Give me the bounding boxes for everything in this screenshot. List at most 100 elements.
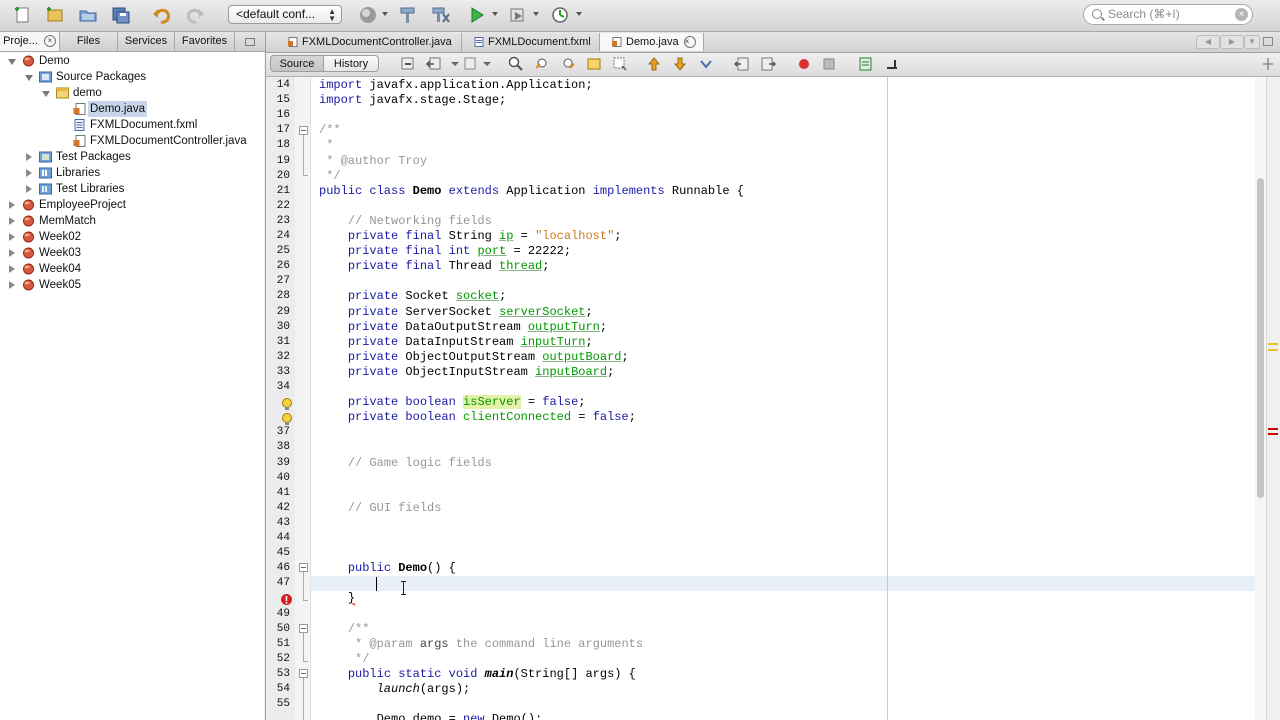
tree-item[interactable]: Test Packages bbox=[0, 149, 264, 165]
tab-demo-java[interactable]: Demo.java × bbox=[600, 33, 704, 51]
code-line[interactable] bbox=[311, 697, 1255, 712]
tree-item[interactable]: Libraries bbox=[0, 165, 264, 181]
new-file-icon[interactable] bbox=[12, 5, 34, 25]
error-marker[interactable] bbox=[1268, 428, 1278, 430]
code-line[interactable]: } bbox=[311, 591, 1255, 606]
tree-item[interactable]: Week03 bbox=[0, 245, 264, 261]
tree-item[interactable]: Source Packages bbox=[0, 69, 264, 85]
tree-item[interactable]: Week04 bbox=[0, 261, 264, 277]
chevron-down-icon[interactable] bbox=[492, 12, 498, 16]
warning-lightbulb-icon[interactable] bbox=[280, 397, 294, 411]
code-line[interactable]: // Networking fields bbox=[311, 214, 1255, 229]
fold-toggle[interactable] bbox=[299, 563, 308, 572]
code-line[interactable]: private final String ip = "localhost"; bbox=[311, 229, 1255, 244]
collapsed-arrow-icon[interactable] bbox=[9, 233, 15, 241]
find-next-icon[interactable] bbox=[560, 56, 576, 72]
collapsed-arrow-icon[interactable] bbox=[26, 169, 32, 177]
last-edit-icon[interactable] bbox=[400, 56, 416, 72]
code-line[interactable] bbox=[311, 546, 1255, 561]
code-line[interactable]: */ bbox=[311, 169, 1255, 184]
tree-item[interactable]: Week02 bbox=[0, 229, 264, 245]
code-line[interactable] bbox=[311, 425, 1255, 440]
code-line[interactable]: // GUI fields bbox=[311, 501, 1255, 516]
code-line[interactable] bbox=[311, 274, 1255, 289]
fold-toggle[interactable] bbox=[299, 126, 308, 135]
tree-item[interactable]: Demo bbox=[0, 53, 264, 69]
code-line[interactable]: public Demo() { bbox=[311, 561, 1255, 576]
chevron-down-icon[interactable] bbox=[480, 56, 496, 72]
find-previous-icon[interactable] bbox=[534, 56, 550, 72]
previous-bookmark-icon[interactable] bbox=[646, 56, 662, 72]
code-line[interactable]: * @author Troy bbox=[311, 154, 1255, 169]
source-view-button[interactable]: Source bbox=[270, 55, 324, 72]
stop-macro-recording-icon[interactable] bbox=[821, 56, 837, 72]
tree-item[interactable]: FXMLDocumentController.java bbox=[0, 133, 264, 149]
error-icon[interactable] bbox=[280, 593, 293, 606]
warning-marker[interactable] bbox=[1268, 349, 1278, 351]
collapsed-arrow-icon[interactable] bbox=[9, 201, 15, 209]
code-line[interactable] bbox=[311, 607, 1255, 622]
code-line[interactable]: // Game logic fields bbox=[311, 456, 1255, 471]
collapsed-arrow-icon[interactable] bbox=[9, 265, 15, 273]
code-area[interactable]: import javafx.application.Application; im… bbox=[311, 77, 1255, 720]
code-line[interactable]: /** bbox=[311, 622, 1255, 637]
tab-services[interactable]: Services bbox=[118, 32, 175, 51]
code-line[interactable] bbox=[311, 516, 1255, 531]
clean-build-icon[interactable] bbox=[430, 5, 452, 25]
code-line[interactable]: private ObjectOutputStream outputBoard; bbox=[311, 350, 1255, 365]
chevron-down-icon[interactable] bbox=[448, 56, 464, 72]
find-icon[interactable] bbox=[508, 56, 524, 72]
code-line[interactable]: private final Thread thread; bbox=[311, 259, 1255, 274]
code-line[interactable]: Demo demo = new Demo(); bbox=[311, 712, 1255, 720]
maximize-window-button[interactable] bbox=[1262, 35, 1274, 47]
show-opened-documents-button[interactable]: ▼ bbox=[1244, 35, 1260, 49]
code-line[interactable] bbox=[311, 486, 1255, 501]
minimize-panel-button[interactable] bbox=[235, 32, 265, 51]
scrollbar-thumb[interactable] bbox=[1257, 178, 1264, 498]
scroll-tabs-left-button[interactable]: ◀ bbox=[1196, 35, 1220, 49]
clear-search-icon[interactable]: × bbox=[1235, 8, 1248, 21]
code-line[interactable] bbox=[311, 108, 1255, 123]
tree-item[interactable]: Week05 bbox=[0, 277, 264, 293]
close-icon[interactable]: × bbox=[683, 36, 696, 48]
code-line[interactable] bbox=[311, 199, 1255, 214]
code-line[interactable]: private boolean isServer = false; bbox=[311, 395, 1255, 410]
forward-icon[interactable] bbox=[463, 56, 479, 72]
code-line[interactable]: private DataInputStream inputTurn; bbox=[311, 335, 1255, 350]
code-line[interactable] bbox=[311, 380, 1255, 395]
expanded-arrow-icon[interactable] bbox=[25, 75, 33, 81]
shift-left-icon[interactable] bbox=[734, 56, 750, 72]
open-project-icon[interactable] bbox=[77, 5, 99, 25]
code-line[interactable]: /** bbox=[311, 123, 1255, 138]
globe-icon[interactable] bbox=[358, 5, 380, 25]
code-line[interactable]: */ bbox=[311, 652, 1255, 667]
history-view-button[interactable]: History bbox=[324, 55, 379, 72]
code-line[interactable]: import javafx.application.Application; bbox=[311, 78, 1255, 93]
chevron-down-icon[interactable] bbox=[576, 12, 582, 16]
code-line[interactable] bbox=[311, 440, 1255, 455]
collapsed-arrow-icon[interactable] bbox=[9, 249, 15, 257]
new-project-icon[interactable] bbox=[44, 5, 66, 25]
error-marker[interactable] bbox=[1268, 433, 1278, 435]
code-line[interactable] bbox=[311, 531, 1255, 546]
warning-marker[interactable] bbox=[1268, 343, 1278, 345]
undo-icon[interactable] bbox=[151, 5, 173, 25]
tab-files[interactable]: Files bbox=[60, 32, 118, 51]
collapsed-arrow-icon[interactable] bbox=[26, 153, 32, 161]
tree-item[interactable]: demo bbox=[0, 85, 264, 101]
code-line[interactable]: launch(args); bbox=[311, 682, 1255, 697]
fold-toggle[interactable] bbox=[299, 624, 308, 633]
code-line[interactable]: private ServerSocket serverSocket; bbox=[311, 305, 1255, 320]
tree-item[interactable]: EmployeeProject bbox=[0, 197, 264, 213]
run-icon[interactable] bbox=[466, 5, 488, 25]
tab-projects[interactable]: Proje... × bbox=[0, 32, 60, 51]
back-icon[interactable] bbox=[426, 56, 442, 72]
expanded-arrow-icon[interactable] bbox=[8, 59, 16, 65]
configuration-select[interactable]: <default conf... ▲ ▼ bbox=[228, 5, 342, 24]
search-input[interactable]: Search (⌘+I) × bbox=[1083, 4, 1253, 25]
shift-right-icon[interactable] bbox=[760, 56, 776, 72]
fold-toggle[interactable] bbox=[299, 669, 308, 678]
code-line[interactable] bbox=[311, 576, 1255, 592]
tab-fxmldocumentcontroller[interactable]: FXMLDocumentController.java× bbox=[276, 33, 462, 66]
tab-fxmldocument[interactable]: FXMLDocument.fxml× bbox=[462, 33, 600, 66]
